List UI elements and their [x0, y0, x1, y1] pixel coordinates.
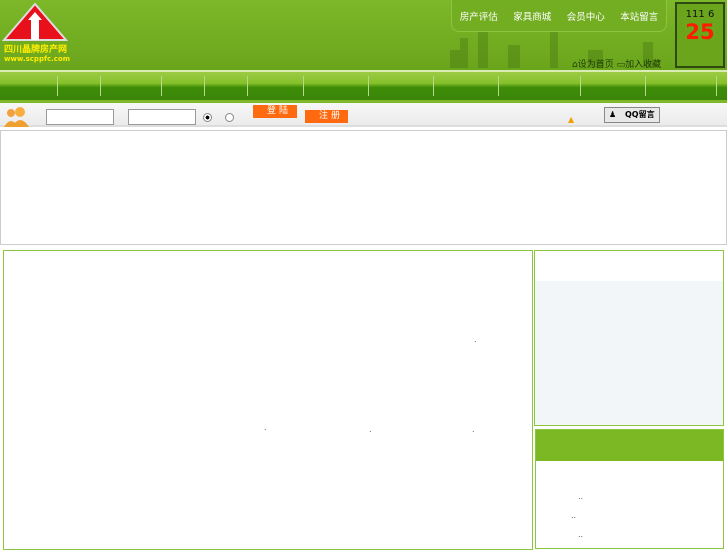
logo-text: 四川晶牌房产网: [4, 45, 68, 55]
date-month: 111 6: [685, 9, 715, 20]
nav-property-evaluation[interactable]: 房产评估: [460, 9, 498, 23]
add-bookmark-link[interactable]: 加入收藏: [625, 60, 661, 70]
date-day: 25: [685, 20, 715, 44]
main-nav-bar: [0, 70, 727, 100]
login-bar: 登陆 注册 ▲ ♟ QQ留言: [0, 100, 727, 127]
header: 四川晶牌房产网 www.scppfc.com 房产评估 家具商城 会员中心 本站…: [0, 0, 727, 70]
radio-option-2[interactable]: [225, 113, 234, 122]
logo-house-icon: [1, 2, 69, 41]
list-item[interactable]: ..: [578, 530, 583, 539]
content-mark: .: [474, 335, 477, 344]
content-mark: .: [264, 423, 267, 432]
bookmark-icon: ▭: [616, 60, 626, 70]
qq-button-label: QQ留言: [625, 110, 655, 119]
radio-option-1[interactable]: [203, 113, 212, 122]
sidebar-panel-top: [534, 250, 724, 426]
nav-guestbook[interactable]: 本站留言: [620, 9, 658, 23]
list-item[interactable]: ..: [578, 492, 583, 501]
notice-icon: ▲: [568, 115, 575, 124]
logo-url: www.scppfc.com: [4, 55, 71, 63]
penguin-icon: ♟: [609, 110, 617, 119]
content-mark: .: [472, 425, 475, 434]
sidebar-panel-header: [536, 430, 723, 461]
qq-message-button[interactable]: ♟ QQ留言: [604, 107, 660, 123]
password-input[interactable]: [128, 109, 196, 125]
date-box: 111 6 25: [675, 2, 725, 68]
register-button[interactable]: 注册: [305, 110, 348, 123]
quick-links: ⌂设为首页 ▭加入收藏: [572, 57, 661, 70]
users-icon: [4, 107, 29, 127]
nav-member-center[interactable]: 会员中心: [567, 9, 605, 23]
site-logo[interactable]: 四川晶牌房产网 www.scppfc.com: [1, 2, 74, 66]
main-content: . . . .: [3, 250, 533, 550]
nav-furniture-mall[interactable]: 家具商城: [513, 9, 551, 23]
content-mark: .: [369, 425, 372, 434]
username-input[interactable]: [46, 109, 114, 125]
sidebar-panel-bottom: .. .. ..: [535, 429, 724, 549]
set-homepage-link[interactable]: 设为首页: [578, 60, 614, 70]
top-nav: 房产评估 家具商城 会员中心 本站留言: [451, 0, 667, 32]
banner-area: [0, 130, 727, 245]
login-button[interactable]: 登陆: [253, 105, 297, 118]
list-item[interactable]: ..: [571, 511, 576, 520]
